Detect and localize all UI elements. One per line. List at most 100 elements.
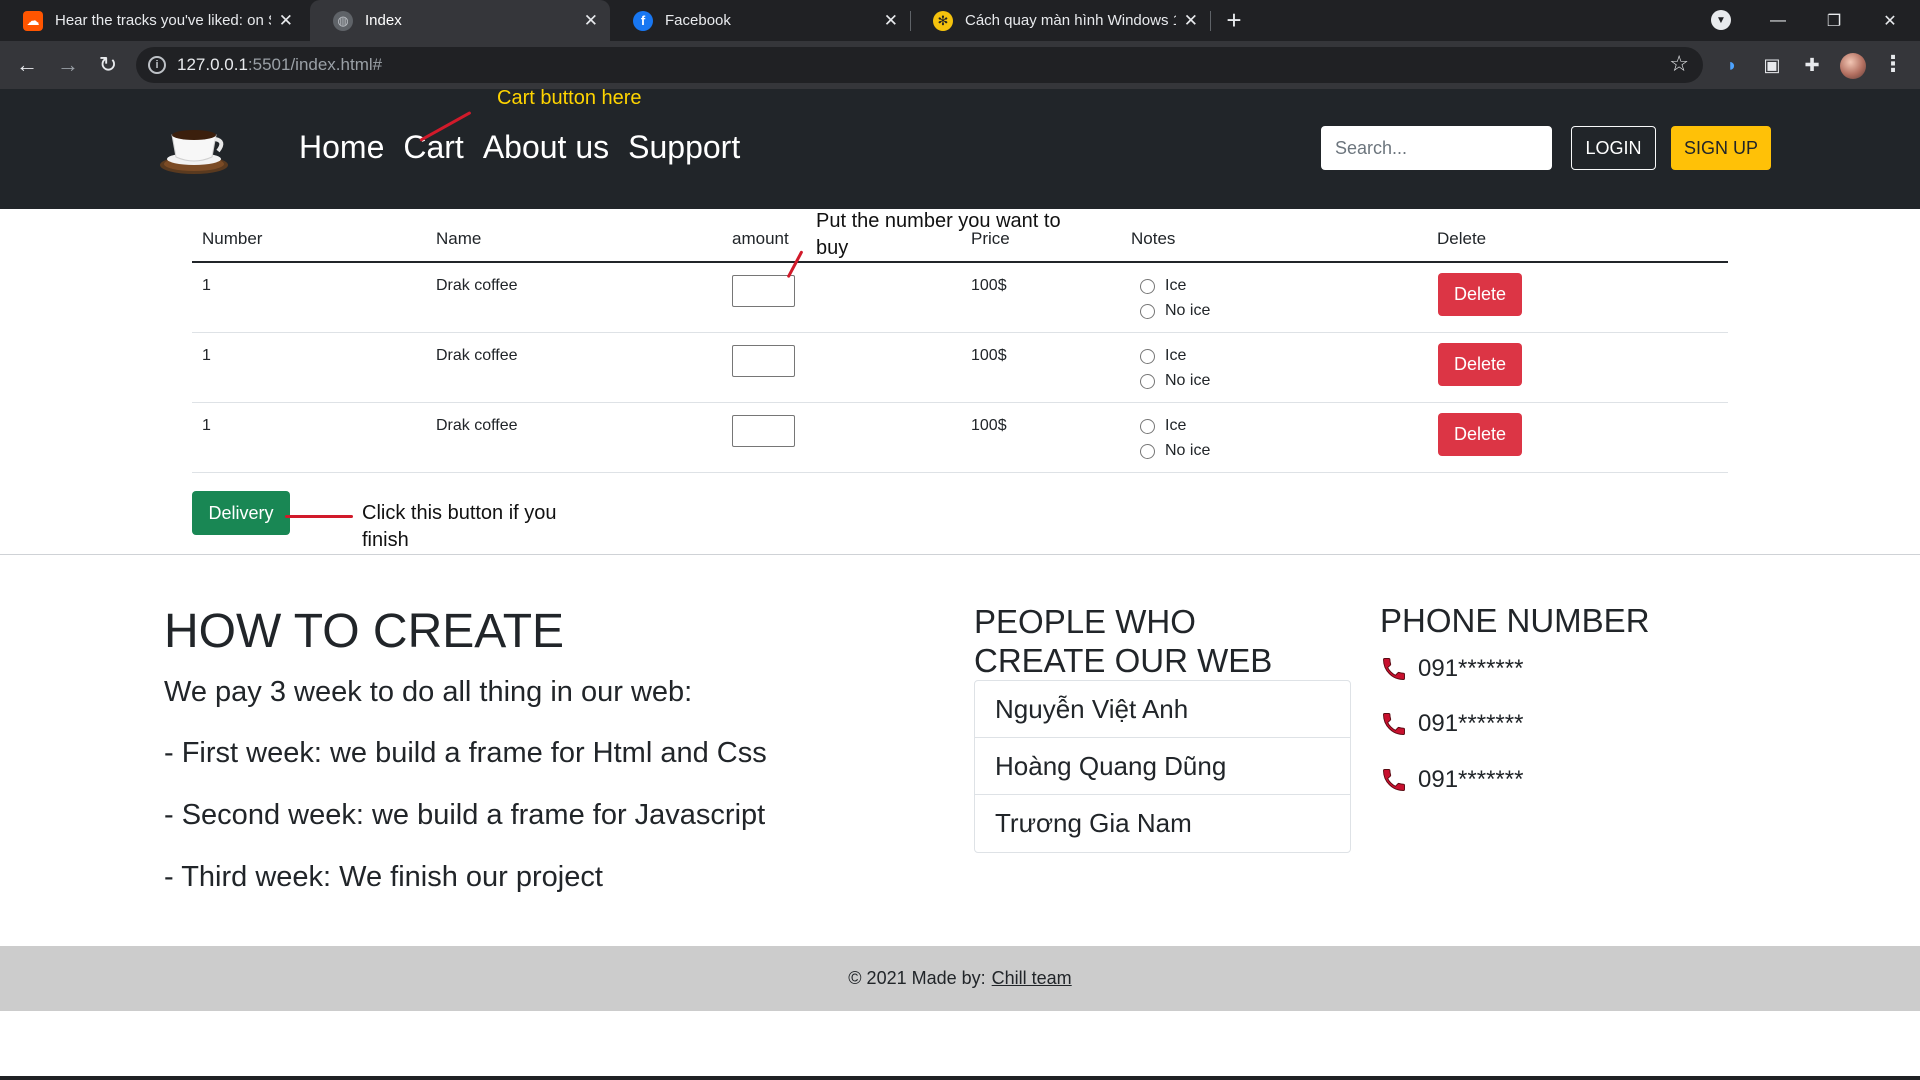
radio-label: No ice (1165, 442, 1211, 459)
tab-search-icon[interactable]: ▼ (1711, 10, 1731, 30)
phone-icon (1383, 658, 1405, 680)
footer-team-link[interactable]: Chill team (992, 968, 1072, 989)
close-icon[interactable]: ✕ (1184, 11, 1198, 31)
extension-cast-icon[interactable]: ◗ (1721, 54, 1743, 76)
radio-ice[interactable]: Ice (1140, 417, 1186, 435)
radio-no-ice[interactable]: No ice (1140, 372, 1210, 390)
reload-icon[interactable]: ↻ (93, 50, 123, 80)
bookmark-star-icon[interactable]: ☆ (1669, 51, 1689, 77)
minimize-icon[interactable]: — (1750, 0, 1806, 41)
column-header-amount: amount (732, 229, 789, 248)
nav-home[interactable]: Home (299, 129, 384, 166)
cell-price: 100$ (971, 277, 1007, 294)
cell-name: Drak coffee (436, 277, 518, 294)
amount-input[interactable] (732, 275, 795, 307)
url-path: :5501/index.html# (247, 55, 383, 74)
radio-button[interactable] (1140, 373, 1155, 389)
radio-label: No ice (1165, 372, 1211, 389)
radio-no-ice[interactable]: No ice (1140, 302, 1210, 320)
amount-input[interactable] (732, 345, 795, 377)
menu-kebab-icon[interactable]: ⋮ (1882, 51, 1904, 77)
facebook-icon: f (633, 10, 653, 31)
footer-text: © 2021 Made by: (848, 968, 986, 988)
radio-button[interactable] (1140, 348, 1155, 364)
cell-price: 100$ (971, 417, 1007, 434)
cell-number: 1 (202, 277, 211, 294)
howto-line: - Third week: We finish our project (164, 861, 603, 893)
radio-no-ice[interactable]: No ice (1140, 442, 1210, 460)
close-icon[interactable]: ✕ (279, 11, 293, 31)
login-button[interactable]: LOGIN (1571, 126, 1656, 170)
browser-tab-bar: ☁ Hear the tracks you've liked: on S ✕ ◍… (0, 0, 1920, 41)
tab-index[interactable]: ◍ Index ✕ (310, 0, 610, 41)
radio-label: Ice (1165, 417, 1187, 434)
cell-number: 1 (202, 417, 211, 434)
radio-ice[interactable]: Ice (1140, 347, 1186, 365)
column-header-notes: Notes (1131, 229, 1176, 248)
signup-button[interactable]: SIGN UP (1671, 126, 1771, 170)
annotation-delivery: Click this button if you finish (362, 502, 557, 551)
annotation-cart: Cart button here (497, 87, 642, 109)
close-icon[interactable]: ✕ (584, 11, 598, 31)
radio-label: Ice (1165, 347, 1187, 364)
new-tab-button[interactable]: + (1220, 0, 1248, 41)
coffee-cup-logo[interactable] (158, 119, 230, 179)
address-bar[interactable]: i 127.0.0.1:5501/index.html# ☆ (136, 47, 1703, 83)
people-title: PEOPLE WHO CREATE OUR WEB (974, 603, 1273, 679)
pinwheel-icon: ✻ (933, 10, 953, 31)
url-host: 127.0.0.1 (177, 55, 248, 74)
cell-name: Drak coffee (436, 417, 518, 434)
phone-item: 091******* (1380, 710, 1523, 738)
tab-label: Cách quay màn hình Windows 10 (965, 12, 1176, 29)
section-divider (0, 554, 1920, 555)
column-header-delete: Delete (1437, 229, 1487, 248)
tab-label: Index (365, 12, 402, 29)
restore-icon[interactable]: ❐ (1806, 0, 1862, 41)
howto-line: - Second week: we build a frame for Java… (164, 799, 766, 831)
globe-icon: ◍ (333, 10, 353, 31)
phone-number: 091******* (1418, 710, 1524, 737)
search-input[interactable] (1321, 126, 1552, 170)
main-nav: Home Cart About us Support (299, 129, 740, 166)
close-icon[interactable]: ✕ (884, 11, 898, 31)
list-item: Trương Gia Nam (995, 808, 1192, 838)
address-url[interactable]: 127.0.0.1:5501/index.html# (177, 55, 382, 75)
radio-button[interactable] (1140, 418, 1155, 434)
column-header-name: Name (436, 229, 482, 248)
window-close-icon[interactable]: ✕ (1862, 0, 1918, 41)
radio-button[interactable] (1140, 303, 1155, 319)
cell-name: Drak coffee (436, 347, 518, 364)
tab-label: Facebook (665, 12, 731, 29)
delivery-button[interactable]: Delivery (192, 491, 290, 535)
radio-button[interactable] (1140, 278, 1155, 294)
table-row: 1 Drak coffee 100$ Ice No ice Delete (192, 263, 1728, 333)
delete-button[interactable]: Delete (1438, 273, 1522, 316)
phone-item: 091******* (1380, 766, 1523, 794)
delete-button[interactable]: Delete (1438, 343, 1522, 386)
tab-windows-guide[interactable]: ✻ Cách quay màn hình Windows 10 ✕ (910, 0, 1210, 41)
radio-button[interactable] (1140, 443, 1155, 459)
delete-button[interactable]: Delete (1438, 413, 1522, 456)
forward-arrow-icon[interactable]: → (53, 50, 83, 80)
site-footer: © 2021 Made by: Chill team (0, 946, 1920, 1011)
list-item: Hoàng Quang Dũng (975, 738, 1350, 795)
back-arrow-icon[interactable]: ← (12, 50, 42, 80)
extension-box-icon[interactable]: ▣ (1761, 54, 1783, 76)
amount-input[interactable] (732, 415, 795, 447)
tab-facebook[interactable]: f Facebook ✕ (610, 0, 910, 41)
info-icon[interactable]: i (148, 56, 166, 74)
tab-separator (1210, 11, 1211, 31)
puzzle-icon[interactable]: ✚ (1801, 54, 1823, 76)
nav-about-us[interactable]: About us (483, 129, 609, 166)
nav-support[interactable]: Support (628, 129, 740, 166)
cell-number: 1 (202, 347, 211, 364)
phone-item: 091******* (1380, 655, 1523, 683)
annotation-arrow-delivery (285, 515, 353, 518)
site-header: Home Cart About us Support LOGIN SIGN UP (0, 89, 1920, 209)
radio-ice[interactable]: Ice (1140, 277, 1186, 295)
browser-toolbar: ← → ↻ i 127.0.0.1:5501/index.html# ☆ ◗ ▣… (0, 41, 1920, 89)
profile-avatar[interactable] (1840, 53, 1866, 79)
phone-number: 091******* (1418, 655, 1524, 682)
phone-number: 091******* (1418, 766, 1524, 793)
tab-soundcloud[interactable]: ☁ Hear the tracks you've liked: on S ✕ (0, 0, 305, 41)
